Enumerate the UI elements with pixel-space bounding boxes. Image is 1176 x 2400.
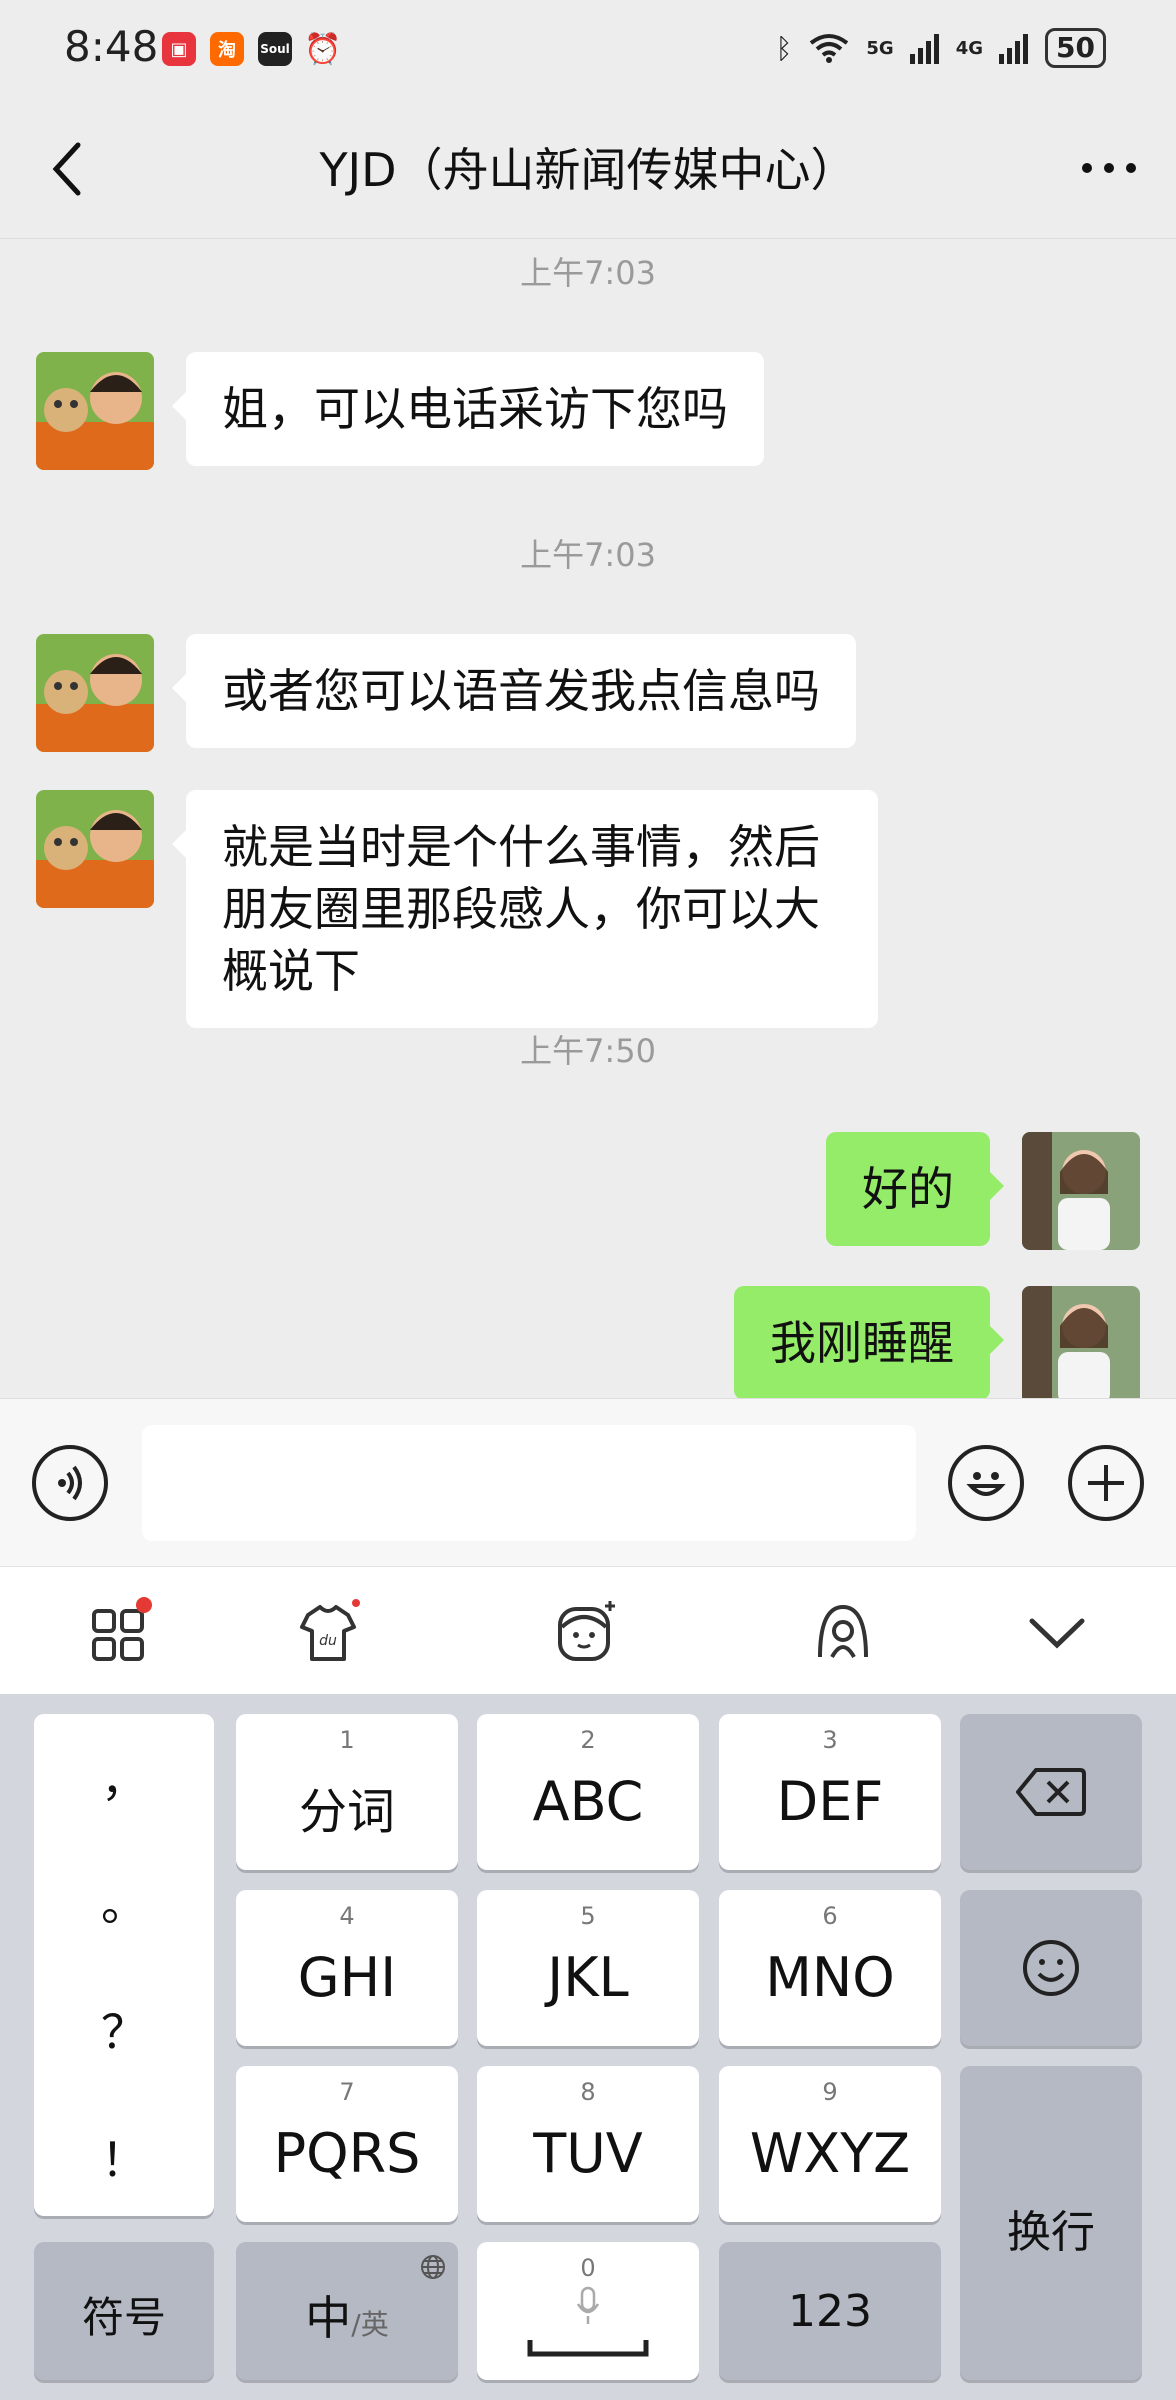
punct-key[interactable]: 。 xyxy=(34,1868,214,1934)
backspace-icon xyxy=(1016,1768,1086,1816)
keyboard-menu-button[interactable] xyxy=(84,1597,154,1667)
status-time: 8:48 xyxy=(64,22,159,71)
contact-avatar[interactable] xyxy=(36,634,154,752)
bluetooth-icon: ᛒ xyxy=(775,31,793,65)
number-key[interactable]: 123 xyxy=(719,2242,941,2380)
chevron-left-icon xyxy=(52,142,81,196)
space-key[interactable]: 0 xyxy=(477,2242,699,2380)
alarm-icon: ⏰ xyxy=(304,31,342,67)
assistant-icon xyxy=(818,1604,868,1659)
back-button[interactable] xyxy=(36,136,96,202)
voice-icon xyxy=(58,1465,82,1501)
emoji-button[interactable] xyxy=(948,1445,1024,1521)
more-functions-button[interactable] xyxy=(1068,1445,1144,1521)
message-input[interactable] xyxy=(142,1425,916,1541)
svg-text:du: du xyxy=(319,1633,337,1649)
outgoing-message-bubble[interactable]: 好的 xyxy=(826,1132,1004,1246)
punct-key[interactable]: ？ xyxy=(34,1996,214,2062)
my-avatar[interactable] xyxy=(1022,1286,1140,1398)
incoming-message-bubble[interactable]: 就是当时是个什么事情，然后朋友圈里那段感人，你可以大概说下 xyxy=(172,790,878,1028)
red-book-icon: ▣ xyxy=(162,32,196,66)
soul-icon: Soul xyxy=(258,32,292,66)
key-5[interactable]: 5 JKL xyxy=(477,1890,699,2046)
key-8[interactable]: 8 TUV xyxy=(477,2066,699,2222)
key-1[interactable]: 1 分词 xyxy=(236,1714,458,1870)
tshirt-icon: du xyxy=(300,1599,360,1661)
contact-avatar[interactable] xyxy=(36,790,154,908)
more-dots-icon xyxy=(1082,163,1136,173)
key-9[interactable]: 9 WXYZ xyxy=(719,2066,941,2222)
chat-title: YJD（舟山新闻传媒中心） xyxy=(319,143,857,197)
keyboard-voice-assistant-button[interactable] xyxy=(808,1597,878,1667)
outgoing-message-bubble[interactable]: 我刚睡醒 xyxy=(734,1286,1004,1398)
chevron-down-icon xyxy=(1029,1618,1085,1649)
symbol-key[interactable]: 符号 xyxy=(34,2242,214,2380)
globe-icon xyxy=(421,2255,445,2279)
keyboard-skin-button[interactable]: du xyxy=(294,1597,364,1667)
taobao-icon: 淘 xyxy=(210,32,244,66)
key-4[interactable]: 4 GHI xyxy=(236,1890,458,2046)
message-timestamp: 上午7:50 xyxy=(520,1032,656,1070)
t9-keyboard: ， 。 ？ ！ 1 分词 2 ABC 3 DEF 4 GHI 5 JKL 6 M… xyxy=(0,1694,1176,2400)
message-input-bar xyxy=(0,1398,1176,1567)
hide-keyboard-button[interactable] xyxy=(1022,1597,1092,1667)
emoji-key[interactable] xyxy=(960,1890,1142,2046)
signal-bars-icon xyxy=(999,34,1029,64)
voice-input-button[interactable] xyxy=(32,1445,108,1521)
status-app-icons: ▣ 淘 Soul ⏰ xyxy=(162,31,342,67)
wifi-icon xyxy=(810,34,849,63)
message-timestamp: 上午7:03 xyxy=(520,254,656,292)
space-bar-icon xyxy=(527,2340,649,2357)
more-options-button[interactable] xyxy=(1072,148,1146,188)
incoming-message-bubble[interactable]: 姐，可以电话采访下您吗 xyxy=(172,352,764,466)
status-bar: 8:48 ▣ 淘 Soul ⏰ ᛒ 5G 4G 50 xyxy=(0,0,1176,100)
key-6[interactable]: 6 MNO xyxy=(719,1890,941,2046)
signal-bars-icon xyxy=(909,34,939,64)
face-sticker-icon xyxy=(558,1601,615,1661)
status-right: ᛒ 5G 4G 50 xyxy=(776,28,1106,68)
microphone-icon xyxy=(576,2286,600,2324)
enter-key[interactable]: 换行 xyxy=(960,2066,1142,2380)
message-list[interactable]: 上午7:03 姐，可以电话采访下您吗 上午7:03 或者您可以语音发我点信息吗 xyxy=(0,238,1176,1398)
keyboard-avatar-button[interactable] xyxy=(550,1597,620,1667)
smiley-icon xyxy=(1023,1940,1079,1996)
punctuation-column[interactable]: ， 。 ？ ！ xyxy=(34,1714,214,2216)
contact-avatar[interactable] xyxy=(36,352,154,470)
backspace-key[interactable] xyxy=(960,1714,1142,1870)
my-avatar[interactable] xyxy=(1022,1132,1140,1250)
message-timestamp: 上午7:03 xyxy=(520,536,656,574)
punct-key[interactable]: ！ xyxy=(34,2124,214,2190)
key-2[interactable]: 2 ABC xyxy=(477,1714,699,1870)
grid-icon xyxy=(92,1597,152,1661)
incoming-message-bubble[interactable]: 或者您可以语音发我点信息吗 xyxy=(172,634,856,748)
smiley-icon xyxy=(966,1472,1006,1496)
signal-5g-label: 5G xyxy=(866,37,894,59)
language-switch-key[interactable]: 中/英 xyxy=(236,2242,458,2380)
battery-indicator: 50 xyxy=(1045,28,1106,68)
punct-key[interactable]: ， xyxy=(34,1744,214,1810)
keyboard-toolbar: du xyxy=(0,1566,1176,1695)
key-3[interactable]: 3 DEF xyxy=(719,1714,941,1870)
signal-4g-label: 4G xyxy=(955,37,984,59)
plus-icon xyxy=(1088,1465,1124,1501)
key-7[interactable]: 7 PQRS xyxy=(236,2066,458,2222)
chat-header: YJD（舟山新闻传媒中心） xyxy=(0,100,1176,239)
